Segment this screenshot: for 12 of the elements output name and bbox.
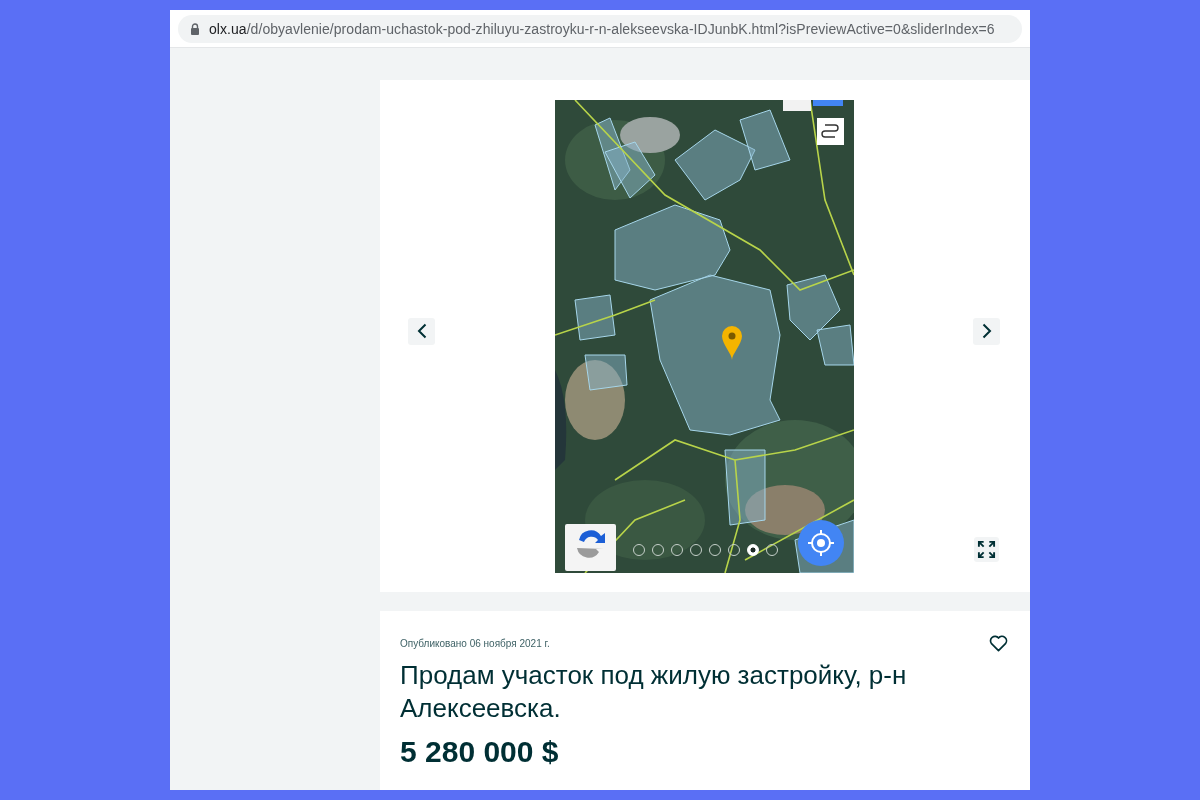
- previous-button[interactable]: [408, 317, 435, 345]
- address-field[interactable]: olx.ua/d/obyavlenie/prodam-uchastok-pod-zhiluyu-zastroyku-r-n-alekseevska-IDJunbK.html?isPreviewActive=0&sliderIndex=6: [178, 14, 1022, 43]
- lock-icon: [190, 22, 200, 35]
- published-date: Опубликовано 06 ноября 2021 г.: [400, 638, 550, 649]
- chevron-right-icon: [981, 323, 992, 339]
- expand-arrows-icon: [977, 540, 996, 559]
- heart-icon[interactable]: [989, 635, 1008, 652]
- next-button[interactable]: [973, 317, 1000, 345]
- listing-price: 5 280 000 $: [400, 735, 560, 769]
- chevron-left-icon: [416, 323, 427, 339]
- listing-title: Продам участок под жилую застройку, р-н Алексеевска.: [400, 659, 908, 725]
- fullscreen-button[interactable]: [974, 537, 999, 562]
